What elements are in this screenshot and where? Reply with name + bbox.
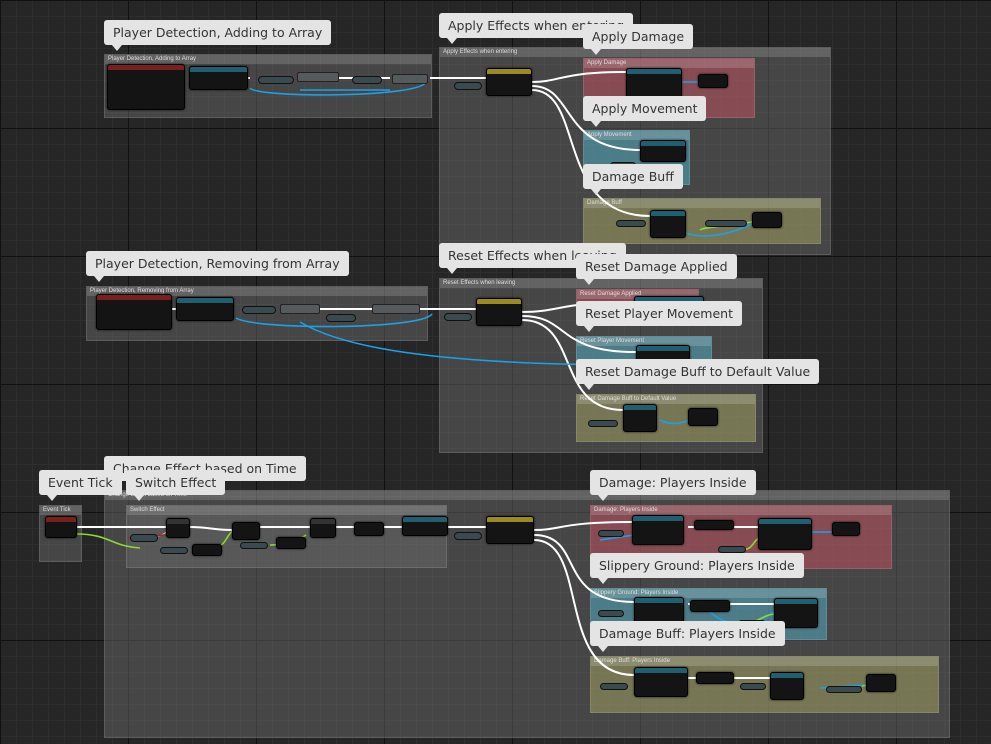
get-active-effect-variable[interactable] <box>454 82 482 90</box>
comment-bubble[interactable]: Reset Damage Buff to Default Value <box>576 359 820 390</box>
get-timer-variable[interactable] <box>160 547 188 554</box>
multiply-node[interactable] <box>752 212 782 228</box>
node-header <box>487 517 533 522</box>
comment-bubble[interactable]: Damage: Players Inside <box>590 470 756 501</box>
delay-node[interactable] <box>832 522 860 536</box>
event-begin-overlap-node[interactable] <box>107 64 185 110</box>
exec-wire <box>531 71 627 83</box>
node-header <box>637 346 689 351</box>
comment-bubble[interactable]: Damage Buff: Players Inside <box>590 621 785 652</box>
node-header <box>771 673 803 678</box>
add-unique-node[interactable] <box>372 304 420 314</box>
comment-bubble[interactable]: Reset Damage Applied <box>576 254 737 285</box>
sequence-node[interactable] <box>232 522 260 540</box>
node-header <box>97 295 171 300</box>
remove-node[interactable] <box>392 74 428 84</box>
node-header <box>403 517 447 522</box>
comment-bubble[interactable]: Event Tick <box>39 470 122 501</box>
for-each-loop-node[interactable] <box>698 74 728 88</box>
get-active-effect-variable[interactable] <box>444 313 472 321</box>
apply-damage-node[interactable] <box>626 68 682 98</box>
wire-layer <box>75 71 881 689</box>
node-header <box>635 598 683 603</box>
set-active-effect-node[interactable] <box>402 516 448 536</box>
cast-to-character-node[interactable] <box>189 66 248 90</box>
comment-bubble[interactable]: Damage Buff <box>583 164 683 195</box>
comment-bubble[interactable]: Switch Effect <box>126 470 226 501</box>
get-players-variable[interactable] <box>352 76 382 84</box>
get-players-variable[interactable] <box>598 610 624 617</box>
node-header <box>635 668 687 673</box>
node-header <box>627 69 681 74</box>
event-end-overlap-node[interactable] <box>96 294 172 330</box>
cast-to-character-node[interactable] <box>176 297 234 321</box>
event-tick-node[interactable] <box>45 516 77 538</box>
exec-wire <box>533 521 633 531</box>
node-header <box>487 69 531 74</box>
reset-buff-node[interactable] <box>623 404 657 432</box>
get-buff-variable[interactable] <box>740 683 766 690</box>
node-header <box>633 516 683 521</box>
set-damage-buff-node[interactable] <box>650 210 686 238</box>
compare-node[interactable] <box>192 544 222 556</box>
get-delay-variable[interactable] <box>240 542 268 549</box>
exec-wire <box>189 526 233 531</box>
node-header <box>775 599 817 604</box>
branch-node[interactable] <box>166 518 190 538</box>
node-header <box>641 141 685 146</box>
comment-bubble[interactable]: Reset Player Movement <box>576 301 742 332</box>
node-header <box>624 405 656 410</box>
multiply-node[interactable] <box>688 408 718 426</box>
switch-on-enum-node[interactable] <box>476 298 522 326</box>
node-header <box>46 517 76 522</box>
multiply-node[interactable] <box>866 674 896 692</box>
node-header <box>477 299 521 304</box>
get-players-variable[interactable] <box>258 76 294 84</box>
node-header <box>759 519 811 524</box>
comment-bubble[interactable]: Apply Movement <box>583 96 707 127</box>
comment-bubble[interactable]: Apply Damage <box>583 24 694 55</box>
for-each-loop-node[interactable] <box>634 667 688 697</box>
set-timer-node[interactable] <box>310 518 336 538</box>
node-header <box>651 211 685 216</box>
remove-node[interactable] <box>280 304 320 314</box>
set-damage-buff-node[interactable] <box>770 672 804 700</box>
get-buff-variable[interactable] <box>616 220 646 227</box>
get-players-variable[interactable] <box>600 683 628 690</box>
add-unique-node[interactable] <box>297 72 339 82</box>
get-array-element-node[interactable] <box>696 672 734 684</box>
get-active-effect-variable[interactable] <box>454 532 482 540</box>
get-players-variable[interactable] <box>242 306 276 314</box>
switch-on-enum-node[interactable] <box>486 516 534 544</box>
get-players-variable[interactable] <box>598 530 624 537</box>
node-header <box>108 65 184 70</box>
node-header <box>311 519 335 524</box>
node-header <box>190 67 247 72</box>
node-header <box>177 298 233 303</box>
for-each-loop-node[interactable] <box>632 515 684 545</box>
get-time-variable[interactable] <box>130 534 158 542</box>
get-buff-value-variable[interactable] <box>826 686 862 693</box>
comment-bubble[interactable]: Player Detection, Adding to Array <box>104 20 332 51</box>
get-buff-value-variable[interactable] <box>705 220 747 227</box>
get-buff-variable[interactable] <box>588 420 618 427</box>
get-damage-variable[interactable] <box>718 546 746 553</box>
set-movement-node[interactable] <box>640 140 686 162</box>
switch-on-enum-node[interactable] <box>486 68 532 96</box>
get-array-element-node[interactable] <box>694 520 734 530</box>
add-float-node[interactable] <box>276 537 306 549</box>
get-players-variable[interactable] <box>326 314 356 322</box>
increment-node[interactable] <box>354 522 384 536</box>
cast-movement-node[interactable] <box>690 600 730 612</box>
comment-bubble[interactable]: Slippery Ground: Players Inside <box>590 553 804 584</box>
apply-damage-node[interactable] <box>758 518 812 550</box>
node-header <box>167 519 189 524</box>
comment-bubble[interactable]: Player Detection, Removing from Array <box>86 251 349 282</box>
